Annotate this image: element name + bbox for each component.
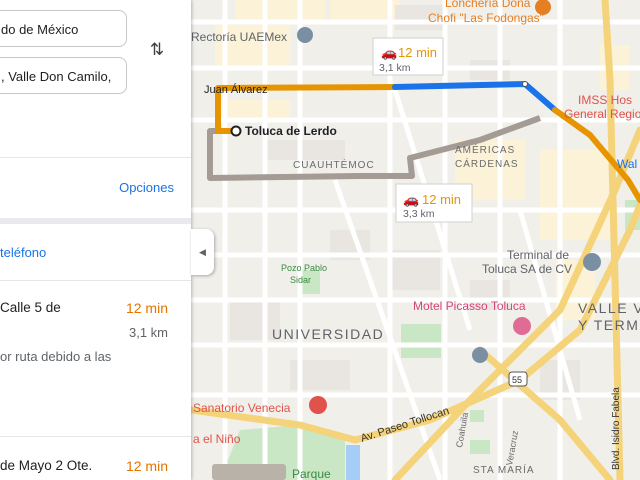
car-icon: 🚗 <box>381 45 397 60</box>
svg-text:Motel Picasso Toluca: Motel Picasso Toluca <box>413 299 526 313</box>
svg-text:Rectoría UAEMex: Rectoría UAEMex <box>191 30 287 44</box>
svg-text:Terminal de: Terminal de <box>507 248 569 262</box>
svg-text:Toluca SA de CV: Toluca SA de CV <box>482 262 572 276</box>
svg-text:3,1 km: 3,1 km <box>379 62 411 74</box>
svg-text:Y TERM: Y TERM <box>578 317 639 333</box>
origin-marker <box>230 125 242 137</box>
car-icon: 🚗 <box>403 192 419 207</box>
map-canvas[interactable]: 🚗 12 min 3,1 km 🚗 12 min 3,3 km 55 Lonch… <box>191 0 640 480</box>
svg-text:Pozo Pablo: Pozo Pablo <box>281 263 327 273</box>
bank-marker <box>472 347 488 363</box>
svg-text:Blvd. Isidro Fabela: Blvd. Isidro Fabela <box>611 387 622 470</box>
hotel-marker <box>513 317 531 335</box>
svg-text:Chofi "Las Fodongas": Chofi "Las Fodongas" <box>428 11 544 25</box>
bus-terminal-marker <box>583 253 601 271</box>
route-time: 12 min <box>125 300 168 316</box>
university-marker <box>297 27 313 43</box>
route-time-bubble: 🚗 12 min 3,3 km <box>395 183 473 223</box>
directions-panel: do de México , Valle Don Camilo, ⇅ Opcio… <box>0 0 191 480</box>
svg-text:a el Niño: a el Niño <box>193 432 241 446</box>
svg-text:CÁRDENAS: CÁRDENAS <box>455 157 519 170</box>
svg-text:Juan Álvarez: Juan Álvarez <box>204 83 268 96</box>
svg-text:12 min: 12 min <box>422 192 461 207</box>
svg-text:Wal: Wal <box>617 157 637 171</box>
swap-vertical-icon[interactable]: ⇅ <box>146 38 168 62</box>
hospital-marker <box>309 396 327 414</box>
send-to-phone-link[interactable]: teléfono <box>0 245 46 260</box>
destination-input[interactable]: , Valle Don Camilo, <box>0 57 127 94</box>
street-view-thumbnail <box>212 464 286 480</box>
divider <box>0 436 191 437</box>
svg-text:Toluca de Lerdo: Toluca de Lerdo <box>245 124 337 138</box>
svg-text:55: 55 <box>512 375 522 385</box>
svg-text:General Regional: General Regional <box>564 107 640 121</box>
chevron-left-icon[interactable]: ◀ <box>191 229 214 275</box>
section-divider <box>0 218 191 224</box>
route-time-bubble: 🚗 12 min 3,1 km <box>372 37 444 76</box>
svg-text:12 min: 12 min <box>398 45 437 60</box>
route-title: Calle 5 de <box>0 300 61 315</box>
svg-text:IMSS Hos: IMSS Hos <box>578 93 632 107</box>
svg-text:AMÉRICAS: AMÉRICAS <box>455 143 515 156</box>
options-button[interactable]: Opciones <box>119 180 174 195</box>
svg-text:UNIVERSIDAD: UNIVERSIDAD <box>272 326 384 342</box>
svg-text:Sidar: Sidar <box>290 275 311 285</box>
svg-text:Sanatorio Venecia: Sanatorio Venecia <box>193 401 291 415</box>
route-title: de Mayo 2 Ote. <box>0 458 93 473</box>
route-note: or ruta debido a las <box>0 349 112 364</box>
divider <box>0 157 191 158</box>
route-distance: 3,1 km <box>128 325 168 340</box>
origin-input[interactable]: do de México <box>0 10 127 47</box>
svg-text:STA MARÍA: STA MARÍA <box>473 463 535 476</box>
svg-text:VALLE V: VALLE V <box>578 300 640 316</box>
svg-text:CUAUHTÉMOC: CUAUHTÉMOC <box>293 158 375 171</box>
svg-text:3,3 km: 3,3 km <box>403 208 435 220</box>
svg-text:Lonchería Doña: Lonchería Doña <box>445 0 531 10</box>
svg-text:Parque: Parque <box>292 467 331 480</box>
divider <box>0 280 191 281</box>
route-time: 12 min <box>125 458 168 474</box>
